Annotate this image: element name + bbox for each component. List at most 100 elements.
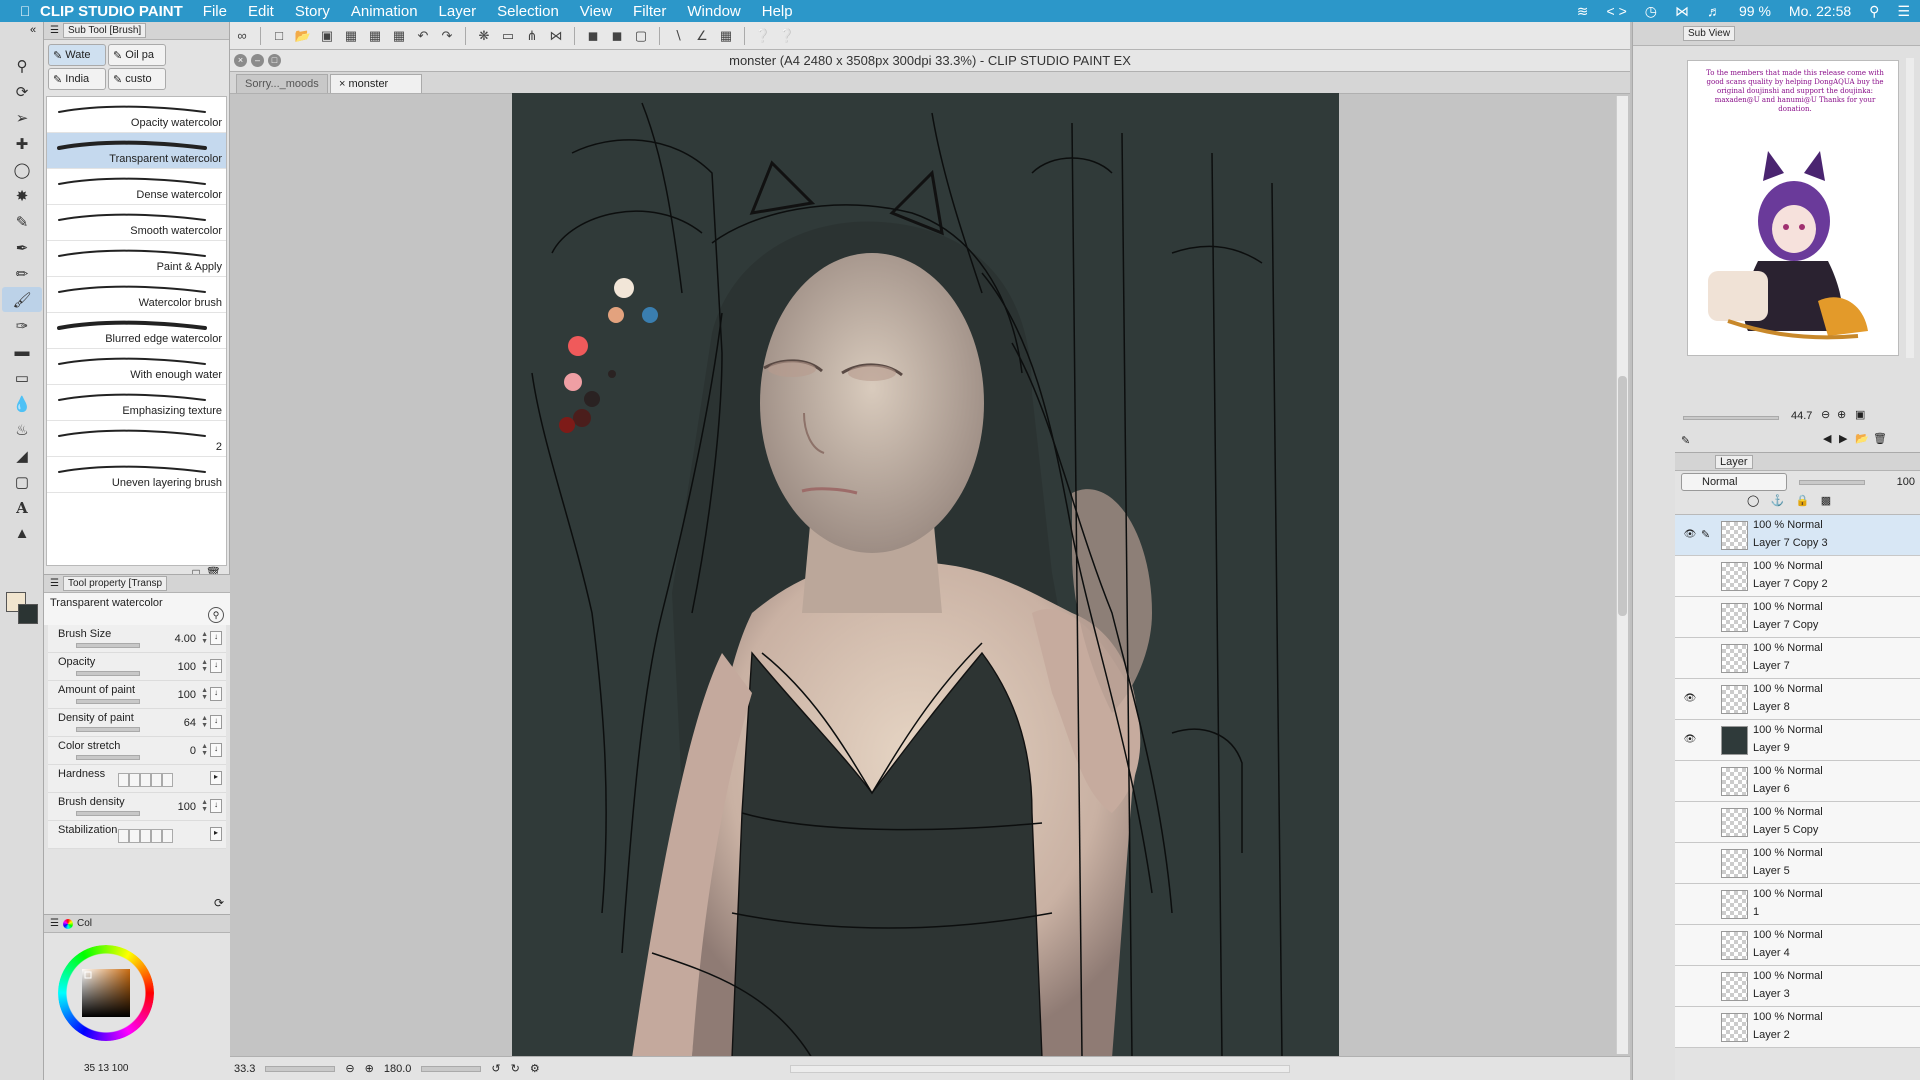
brush-item[interactable]: Paint & Apply <box>47 241 226 277</box>
sub-view-zoom-slider[interactable] <box>1683 416 1779 420</box>
layer-row[interactable]: 100 % Normal Layer 2 <box>1675 1007 1920 1048</box>
layer-row[interactable]: 100 % Normal Layer 5 <box>1675 843 1920 884</box>
lock-transparent-icon[interactable]: ▩ <box>1821 495 1831 507</box>
pressure-icon[interactable]: ↓ <box>210 715 222 729</box>
open-file-icon[interactable]: 📂 <box>292 26 314 46</box>
eyedropper-tool-icon[interactable]: ✎ <box>2 209 42 234</box>
zoom-out-icon[interactable]: ⊖ <box>1821 408 1830 421</box>
selection-icon[interactable]: ▦ <box>340 26 362 46</box>
property-value[interactable]: 64 <box>184 717 196 729</box>
layer-name[interactable]: Layer 5 Copy <box>1753 824 1818 836</box>
save-icon[interactable]: ▣ <box>316 26 338 46</box>
layer-row[interactable]: 100 % Normal Layer 7 <box>1675 638 1920 679</box>
brush-tool-icon[interactable]: 🖌 <box>2 287 42 312</box>
stepper-icon[interactable]: ▲ ▼ <box>201 715 208 729</box>
layer-name[interactable]: Layer 3 <box>1753 988 1790 1000</box>
rotate-tool-icon[interactable]: ⟳ <box>2 79 42 104</box>
layer-name[interactable]: Layer 4 <box>1753 947 1790 959</box>
battery-status[interactable]: 99 % <box>1739 3 1771 19</box>
layer-row[interactable]: 👁 100 % Normal Layer 9 <box>1675 720 1920 761</box>
reset-rotation-icon[interactable]: ⚙ <box>530 1062 540 1075</box>
color-wheel-tab-icon[interactable] <box>62 918 73 929</box>
pen-tool-icon[interactable]: ✒ <box>2 235 42 260</box>
notification-center-icon[interactable]: ☰ <box>1897 3 1910 20</box>
next-image-icon[interactable]: ▶ <box>1839 432 1847 445</box>
sub-tool-title[interactable]: Sub Tool [Brush] <box>62 23 147 38</box>
scroll-thumb[interactable] <box>1618 376 1627 616</box>
gradient-tool-icon[interactable]: ◢ <box>2 443 42 468</box>
menu-icon[interactable]: ☰ <box>50 578 59 589</box>
decoration-tool-icon[interactable]: ▬ <box>2 339 42 364</box>
layer-name[interactable]: Layer 2 <box>1753 1029 1790 1041</box>
blend-tool-icon[interactable]: 💧 <box>2 391 42 416</box>
eraser-tool-icon[interactable]: ▭ <box>2 365 42 390</box>
airbrush-tool-icon[interactable]: ✑ <box>2 313 42 338</box>
menu-story[interactable]: Story <box>295 3 330 20</box>
menu-filter[interactable]: Filter <box>633 3 666 20</box>
canvas-vertical-scrollbar[interactable] <box>1616 96 1628 1054</box>
clip-studio-icon[interactable]: ∞ <box>231 26 253 46</box>
brush-item[interactable]: Opacity watercolor <box>47 97 226 133</box>
stepper-icon[interactable]: ▲ ▼ <box>201 631 208 645</box>
property-row[interactable]: Density of paint 64 ▲ ▼ ↓ <box>48 709 226 737</box>
sub-view-tab[interactable]: Sub View <box>1683 26 1736 41</box>
pencil-tool-icon[interactable]: ✏ <box>2 261 42 286</box>
zoom-in-icon[interactable]: ⊕ <box>365 1062 374 1075</box>
figure-tool-icon[interactable]: ▢ <box>2 469 42 494</box>
stepper-icon[interactable]: ▲ ▼ <box>201 687 208 701</box>
property-value[interactable]: 0 <box>190 745 196 757</box>
free-transform-icon[interactable]: ⋔ <box>521 26 543 46</box>
property-value[interactable]: 4.00 <box>175 633 196 645</box>
angle-slider[interactable] <box>421 1065 482 1072</box>
zoom-tool-icon[interactable]: ⚲ <box>2 53 42 78</box>
eyedropper-icon[interactable]: ✎ <box>1681 434 1690 447</box>
property-value[interactable]: 100 <box>178 661 196 673</box>
wifi-icon[interactable]: ≋ <box>1577 3 1589 20</box>
layer-name[interactable]: Layer 9 <box>1753 742 1790 754</box>
zoom-out-icon[interactable]: ⊖ <box>345 1062 354 1075</box>
layer-opacity-slider[interactable] <box>1799 479 1865 485</box>
brush-item[interactable]: Uneven layering brush <box>47 457 226 493</box>
blend-mode-select[interactable]: Normal <box>1681 473 1787 491</box>
menu-view[interactable]: View <box>580 3 612 20</box>
layer-row[interactable]: 100 % Normal 1 <box>1675 884 1920 925</box>
fill-tool-icon[interactable]: ♨ <box>2 417 42 442</box>
expand-icon[interactable]: ▸ <box>210 827 222 841</box>
layer-row[interactable]: 100 % Normal Layer 7 Copy <box>1675 597 1920 638</box>
magic-wand-tool-icon[interactable]: ✸ <box>2 183 42 208</box>
zoom-in-icon[interactable]: ⊕ <box>1837 408 1846 421</box>
layer-name[interactable]: Layer 8 <box>1753 701 1790 713</box>
visibility-toggle[interactable] <box>1683 898 1697 908</box>
color-wheel-tab-label[interactable]: Col <box>77 918 92 929</box>
visibility-eye-icon[interactable]: 👁 <box>1683 529 1697 540</box>
sub-view-scrollbar[interactable] <box>1906 58 1914 358</box>
property-row[interactable]: Amount of paint 100 ▲ ▼ ↓ <box>48 681 226 709</box>
sub-color-swatch[interactable] <box>18 604 38 624</box>
transform-icon[interactable]: ❋ <box>473 26 495 46</box>
menu-window[interactable]: Window <box>687 3 740 20</box>
brush-item[interactable]: 2 <box>47 421 226 457</box>
zoom-value[interactable]: 33.3 <box>234 1063 255 1075</box>
brush-item[interactable]: Dense watercolor <box>47 169 226 205</box>
visibility-toggle[interactable] <box>1683 1021 1697 1031</box>
menu-animation[interactable]: Animation <box>351 3 418 20</box>
color-wheel[interactable] <box>44 933 230 1061</box>
grid-icon[interactable]: ▦ <box>715 26 737 46</box>
minimize-icon[interactable]: – <box>251 54 264 67</box>
delete-image-icon[interactable]: 🗑 <box>1873 432 1887 445</box>
tab-custom[interactable]: ✎ custo <box>108 68 166 90</box>
brush-item[interactable]: Blurred edge watercolor <box>47 313 226 349</box>
clip-layer-icon[interactable]: ◯ <box>1747 495 1759 507</box>
property-row[interactable]: Stabilization ▸ <box>48 821 226 849</box>
text-tool-icon[interactable]: A <box>2 495 42 520</box>
angle-value[interactable]: 180.0 <box>384 1063 412 1075</box>
brush-item[interactable]: Transparent watercolor <box>47 133 226 169</box>
pressure-icon[interactable]: ↓ <box>210 799 222 813</box>
visibility-toggle[interactable] <box>1683 611 1697 621</box>
layer-name[interactable]: Layer 7 Copy 3 <box>1753 537 1828 549</box>
layer-name[interactable]: 1 <box>1753 906 1759 918</box>
property-slider[interactable] <box>76 699 140 704</box>
layer-name[interactable]: Layer 7 Copy <box>1753 619 1818 631</box>
visibility-toggle[interactable] <box>1683 980 1697 990</box>
rotate-left-icon[interactable]: ↺ <box>491 1062 500 1075</box>
